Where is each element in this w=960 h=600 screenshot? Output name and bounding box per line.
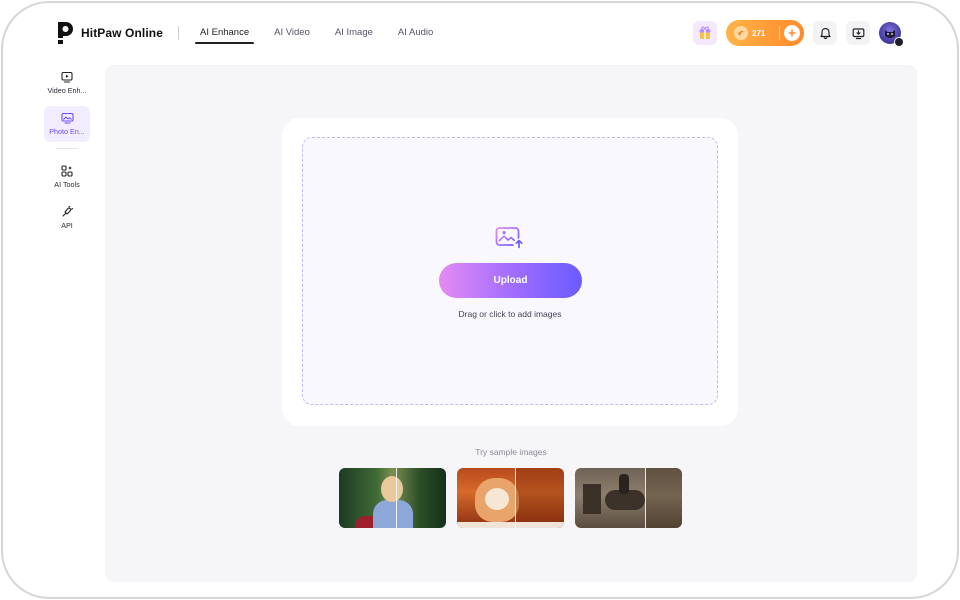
download-app-button[interactable]: [846, 21, 870, 45]
notifications-button[interactable]: [813, 21, 837, 45]
ai-tools-icon: [61, 165, 73, 177]
sample-decoration: [485, 488, 509, 510]
sample-image-vintage-horse[interactable]: [575, 468, 682, 528]
app-window: HitPaw Online AI Enhance AI Video AI Ima…: [1, 1, 959, 599]
sample-image-corgi[interactable]: [457, 468, 564, 528]
before-after-split-line: [645, 468, 646, 528]
image-dropzone[interactable]: Upload Drag or click to add images: [302, 137, 718, 405]
upload-card: Upload Drag or click to add images: [282, 118, 738, 426]
sample-decoration: [619, 474, 629, 494]
sidebar-item-photo-enhance[interactable]: Photo En...: [44, 106, 90, 142]
credit-separator: [779, 26, 780, 40]
sidebar-item-api[interactable]: API: [44, 200, 90, 236]
photo-enhance-icon: [60, 112, 74, 124]
hitpaw-logo-icon: [57, 22, 73, 44]
top-header: HitPaw Online AI Enhance AI Video AI Ima…: [3, 3, 957, 63]
image-upload-icon: [495, 227, 525, 250]
sidebar-item-label: Video Enh...: [47, 86, 87, 95]
before-after-split-line: [515, 468, 516, 528]
sample-decoration: [381, 476, 403, 502]
header-actions: 271: [693, 20, 904, 47]
sidebar: Video Enh... Photo En... AI Tools API: [41, 65, 93, 241]
before-after-split-line: [396, 468, 397, 528]
header-divider: [178, 26, 179, 40]
nav-ai-enhance[interactable]: AI Enhance: [195, 23, 255, 44]
sidebar-item-video-enhance[interactable]: Video Enh...: [44, 65, 90, 101]
sample-images-list: [339, 468, 682, 528]
video-enhance-icon: [61, 71, 73, 83]
user-avatar[interactable]: [879, 22, 904, 47]
add-credits-button[interactable]: [784, 25, 800, 41]
nav-ai-audio[interactable]: AI Audio: [393, 23, 438, 44]
main-workspace: Upload Drag or click to add images Try s…: [105, 65, 917, 582]
nav-ai-video[interactable]: AI Video: [269, 23, 315, 44]
bell-icon: [819, 27, 831, 39]
gift-button[interactable]: [693, 21, 717, 45]
sidebar-item-label: AI Tools: [54, 180, 80, 189]
sample-decoration: [645, 468, 682, 528]
sidebar-item-label: Photo En...: [49, 127, 85, 136]
dropzone-hint: Drag or click to add images: [458, 309, 562, 319]
sample-decoration: [457, 522, 564, 528]
brand-name: HitPaw Online: [81, 26, 163, 40]
sample-decoration: [373, 500, 413, 528]
credit-count: 271: [752, 28, 766, 38]
main-nav: AI Enhance AI Video AI Image AI Audio: [195, 23, 453, 44]
sample-image-girl-cherries[interactable]: [339, 468, 446, 528]
monitor-download-icon: [852, 27, 864, 39]
coin-icon: [734, 26, 748, 40]
api-icon: [62, 206, 73, 217]
sidebar-item-ai-tools[interactable]: AI Tools: [44, 159, 90, 195]
sample-images-title: Try sample images: [475, 447, 547, 457]
credits-pill[interactable]: 271: [726, 20, 804, 46]
sample-decoration: [583, 484, 601, 514]
brand-logo[interactable]: HitPaw Online: [55, 21, 163, 45]
gift-icon: [699, 26, 711, 39]
sample-decoration: [515, 468, 564, 528]
sidebar-item-label: API: [61, 221, 73, 230]
avatar-status-badge: [894, 37, 904, 47]
plus-icon: [788, 29, 796, 37]
sidebar-divider: [56, 148, 78, 149]
upload-button[interactable]: Upload: [439, 263, 582, 298]
nav-ai-image[interactable]: AI Image: [330, 23, 378, 44]
